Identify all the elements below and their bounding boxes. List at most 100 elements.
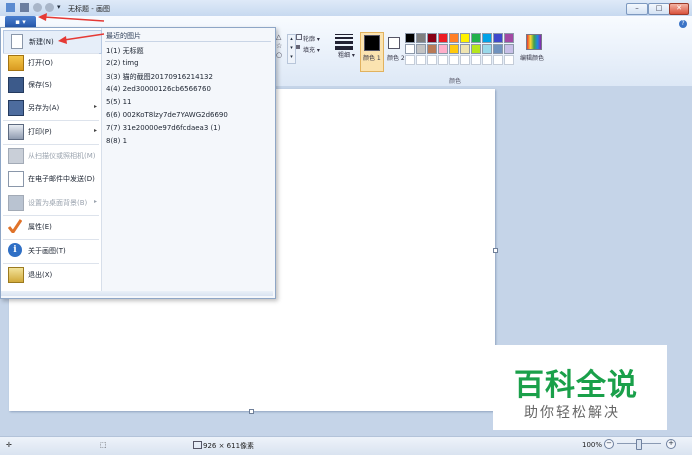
size-dropdown[interactable]: 粗细 ▾ [338, 52, 355, 60]
file-menu-item-label: 保存(S) [28, 81, 52, 89]
recent-picture-item[interactable]: 2(2) timg [106, 59, 139, 67]
color1-label: 颜色 1 [363, 55, 381, 62]
file-menu-item[interactable]: 退出(X) [3, 264, 100, 286]
annotation-arrow-new [58, 33, 105, 44]
help-icon[interactable]: ? [679, 20, 687, 28]
palette-swatch[interactable] [405, 44, 415, 54]
palette-swatch[interactable] [449, 44, 459, 54]
zoom-out-button[interactable]: − [604, 439, 614, 449]
recent-picture-item[interactable]: 7(7) 31e20000e97d6fcdaea3 (1) [106, 124, 220, 132]
file-menu-item-label: 退出(X) [28, 271, 53, 279]
edit-colors-icon[interactable] [526, 34, 542, 50]
zoom-slider-thumb[interactable] [636, 439, 642, 450]
shapes-gallery-icon[interactable]: △ ☆ ○ [276, 33, 286, 63]
palette-swatch[interactable] [405, 33, 415, 43]
palette-swatch[interactable] [416, 33, 426, 43]
palette-swatch[interactable] [471, 33, 481, 43]
save-disk-icon [8, 77, 24, 93]
palette-swatch[interactable] [504, 44, 514, 54]
color2-swatch[interactable] [388, 37, 400, 49]
palette-custom-swatch[interactable] [493, 55, 503, 65]
resize-handle-right[interactable] [493, 248, 498, 253]
redo-icon[interactable] [45, 3, 54, 12]
selection-size-icon: ⬚ [100, 441, 107, 449]
file-menu-item[interactable]: 打开(O) [3, 52, 100, 74]
zoom-level: 100% [582, 441, 603, 449]
quick-save-icon[interactable] [20, 3, 29, 12]
file-menu-item[interactable]: 属性(E) [3, 216, 100, 238]
outline-dropdown[interactable]: 轮廓 ▾ [303, 34, 320, 43]
colors-group-label: 颜色 [449, 78, 462, 85]
recent-picture-item[interactable]: 3(3) 猫的截图20170916214132 [106, 72, 213, 82]
fill-dropdown[interactable]: 填充 ▾ [303, 45, 320, 54]
palette-swatch[interactable] [504, 33, 514, 43]
file-menu-item[interactable]: 保存(S) [3, 74, 100, 96]
printer-icon [8, 124, 24, 140]
color2-label: 颜色 2 [387, 55, 405, 62]
palette-swatch[interactable] [493, 33, 503, 43]
palette-custom-swatch[interactable] [471, 55, 481, 65]
palette-swatch[interactable] [449, 33, 459, 43]
new-file-icon [11, 34, 23, 49]
palette-custom-swatch[interactable] [449, 55, 459, 65]
palette-custom-swatch[interactable] [405, 55, 415, 65]
palette-custom-swatch[interactable] [482, 55, 492, 65]
palette-swatch[interactable] [471, 44, 481, 54]
file-menu-item-label: 在电子邮件中发送(D) [28, 175, 95, 183]
file-menu-footer [1, 291, 273, 296]
palette-custom-swatch[interactable] [438, 55, 448, 65]
cursor-position-icon: ✛ [6, 441, 12, 449]
recent-title-divider [105, 41, 271, 42]
file-menu-item[interactable]: i 关于画图(T) [3, 240, 100, 262]
maximize-button[interactable]: □ [648, 3, 670, 15]
annotation-arrow-top [38, 13, 105, 22]
file-menu-item-label: 属性(E) [28, 223, 52, 231]
fill-icon [296, 45, 300, 49]
close-button[interactable]: ✕ [669, 3, 689, 15]
color-palette [405, 33, 521, 69]
palette-swatch[interactable] [482, 33, 492, 43]
recent-picture-item[interactable]: 1(1) 无标题 [106, 46, 144, 56]
resize-handle-bottom[interactable] [249, 409, 254, 414]
minimize-button[interactable]: – [626, 3, 648, 15]
save-as-icon [8, 100, 24, 116]
palette-custom-swatch[interactable] [504, 55, 514, 65]
palette-custom-swatch[interactable] [427, 55, 437, 65]
palette-swatch[interactable] [493, 44, 503, 54]
palette-swatch[interactable] [482, 44, 492, 54]
size-lines-icon [335, 34, 353, 50]
palette-swatch[interactable] [416, 44, 426, 54]
file-menu-item[interactable]: 在电子邮件中发送(D) [3, 168, 100, 190]
palette-swatch[interactable] [438, 33, 448, 43]
zoom-in-button[interactable]: + [666, 439, 676, 449]
recent-picture-item[interactable]: 4(4) 2ed30000126cb6566760 [106, 85, 211, 93]
edit-colors-button[interactable]: 编辑颜色 [520, 53, 544, 62]
recent-pictures-title: 最近的图片 [106, 32, 141, 40]
file-menu-item[interactable]: 打印(P) ▸ [3, 121, 100, 143]
file-menu-item-label: 新建(N) [29, 38, 54, 46]
image-size-icon [193, 441, 202, 449]
file-menu-item-label: 设置为桌面背景(B) [28, 199, 88, 207]
quick-access-dropdown-icon[interactable]: ▾ [57, 3, 61, 11]
email-icon [8, 171, 24, 187]
shapes-scroll[interactable]: ▴ ▾ ▾ [287, 34, 296, 64]
palette-swatch[interactable] [427, 44, 437, 54]
palette-custom-swatch[interactable] [416, 55, 426, 65]
file-menu-item-label: 打印(P) [28, 128, 52, 136]
properties-check-icon [7, 219, 23, 235]
palette-swatch[interactable] [460, 33, 470, 43]
image-size-text: 926 × 611像素 [203, 442, 255, 450]
exit-icon [8, 267, 24, 283]
submenu-arrow-icon: ▸ [93, 198, 97, 205]
undo-icon[interactable] [33, 3, 42, 12]
palette-swatch[interactable] [427, 33, 437, 43]
palette-swatch[interactable] [460, 44, 470, 54]
recent-picture-item[interactable]: 6(6) 002KoT8lzy7de7YAWG2d6690 [106, 111, 228, 119]
palette-swatch[interactable] [438, 44, 448, 54]
file-menu-item[interactable]: 另存为(A) ▸ [3, 97, 100, 119]
recent-picture-item[interactable]: 5(5) 11 [106, 98, 132, 106]
recent-picture-item[interactable]: 8(8) 1 [106, 137, 127, 145]
palette-custom-swatch[interactable] [460, 55, 470, 65]
file-menu-item-label: 关于画图(T) [28, 247, 66, 255]
info-icon: i [8, 243, 22, 257]
